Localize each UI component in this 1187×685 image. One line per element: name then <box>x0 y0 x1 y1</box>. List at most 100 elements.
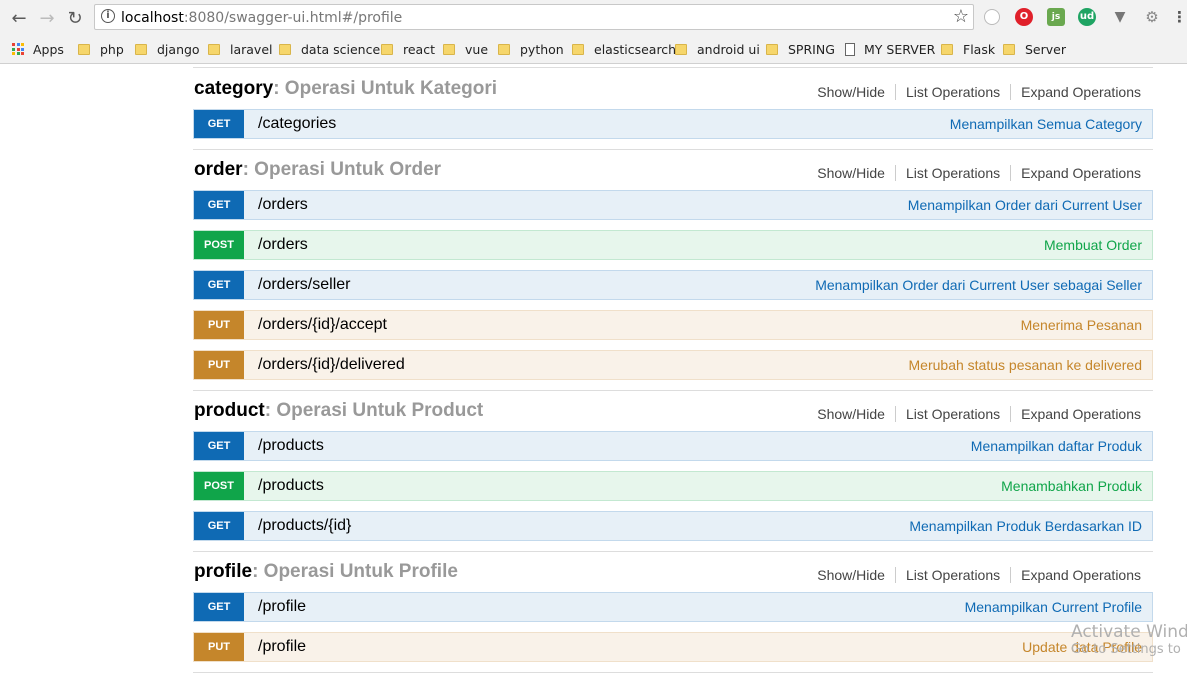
http-method-badge[interactable]: POST <box>194 231 244 259</box>
folder-icon <box>381 43 393 55</box>
back-icon[interactable]: ← <box>7 6 31 30</box>
bookmark-star-icon[interactable]: ☆ <box>953 6 969 27</box>
resource-name-link[interactable]: category <box>194 78 273 99</box>
operation-summary[interactable]: Menampilkan Order dari Current User seba… <box>815 277 1142 293</box>
opera-icon[interactable]: O <box>1015 8 1033 26</box>
url-host: localhost <box>121 10 184 26</box>
expand-operations-link[interactable]: Expand Operations <box>1011 84 1141 100</box>
http-method-badge[interactable]: PUT <box>194 351 244 379</box>
resource-description: : Operasi Untuk Product <box>264 400 484 421</box>
extension-circle-icon[interactable] <box>984 9 1000 25</box>
resource-name-link[interactable]: product <box>194 400 265 421</box>
operation-path[interactable]: /orders/{id}/delivered <box>258 356 405 374</box>
operation-get-profile[interactable]: GET /profile Menampilkan Current Profile <box>193 592 1153 622</box>
expand-operations-link[interactable]: Expand Operations <box>1011 567 1141 583</box>
bookmark-flask[interactable]: Flask <box>941 41 995 57</box>
show-hide-link[interactable]: Show/Hide <box>807 84 896 100</box>
operation-path[interactable]: /orders <box>258 236 308 254</box>
show-hide-link[interactable]: Show/Hide <box>807 165 896 181</box>
operation-summary[interactable]: Menampilkan Produk Berdasarkan ID <box>909 518 1142 534</box>
forward-icon[interactable]: → <box>35 6 59 30</box>
info-icon[interactable]: i <box>101 9 115 23</box>
bookmark-react[interactable]: react <box>381 41 435 57</box>
operation-summary[interactable]: Menambahkan Produk <box>1001 478 1142 494</box>
http-method-badge[interactable]: GET <box>194 271 244 299</box>
bookmark-android-ui[interactable]: android ui <box>675 41 760 57</box>
operation-path[interactable]: /orders <box>258 196 308 214</box>
bookmark-apps[interactable]: Apps <box>12 41 64 57</box>
expand-operations-link[interactable]: Expand Operations <box>1011 165 1141 181</box>
bookmark-label: react <box>403 41 435 57</box>
http-method-badge[interactable]: GET <box>194 512 244 540</box>
list-operations-link[interactable]: List Operations <box>896 406 1012 422</box>
operation-path[interactable]: /products/{id} <box>258 517 351 535</box>
http-method-badge[interactable]: GET <box>194 593 244 621</box>
operation-get-products[interactable]: GET /products Menampilkan daftar Produk <box>193 431 1153 461</box>
folder-icon <box>572 43 584 55</box>
bookmark-data-science[interactable]: data science <box>279 41 380 57</box>
vpn-icon[interactable]: ▼ <box>1111 8 1129 26</box>
bookmark-my-server[interactable]: MY SERVER <box>845 41 935 57</box>
bookmark-python[interactable]: python <box>498 41 564 57</box>
bookmark-vue[interactable]: vue <box>443 41 488 57</box>
operation-path[interactable]: /profile <box>258 638 306 656</box>
show-hide-link[interactable]: Show/Hide <box>807 567 896 583</box>
resource-name-link[interactable]: order <box>194 159 243 180</box>
bookmark-django[interactable]: django <box>135 41 200 57</box>
operation-path[interactable]: /orders/seller <box>258 276 350 294</box>
resource-name-link[interactable]: profile <box>194 561 252 582</box>
ud-extension-icon[interactable]: ud <box>1078 8 1096 26</box>
watermark-line1: Activate Wind <box>1071 622 1187 642</box>
http-method-badge[interactable]: GET <box>194 110 244 138</box>
operation-path[interactable]: /orders/{id}/accept <box>258 316 387 334</box>
bookmark-elasticsearch[interactable]: elasticsearch <box>572 41 676 57</box>
http-method-badge[interactable]: POST <box>194 472 244 500</box>
operation-path[interactable]: /categories <box>258 115 336 133</box>
show-hide-link[interactable]: Show/Hide <box>807 406 896 422</box>
operation-summary[interactable]: Menampilkan daftar Produk <box>971 438 1142 454</box>
resource-order: order: Operasi Untuk Order Show/Hide Lis… <box>193 149 1153 389</box>
operation-get-categories[interactable]: GET /categories Menampilkan Semua Catego… <box>193 109 1153 139</box>
nodejs-icon[interactable]: js <box>1047 8 1065 26</box>
operation-post-orders[interactable]: POST /orders Membuat Order <box>193 230 1153 260</box>
http-method-badge[interactable]: PUT <box>194 311 244 339</box>
operation-summary[interactable]: Menerima Pesanan <box>1021 317 1142 333</box>
operation-summary[interactable]: Membuat Order <box>1044 237 1142 253</box>
bookmark-php[interactable]: php <box>78 41 124 57</box>
reload-icon[interactable]: ↻ <box>63 6 87 30</box>
expand-operations-link[interactable]: Expand Operations <box>1011 406 1141 422</box>
list-operations-link[interactable]: List Operations <box>896 84 1012 100</box>
bookmark-label: data science <box>301 41 381 57</box>
operation-path[interactable]: /products <box>258 437 324 455</box>
divider <box>193 67 1153 68</box>
operation-path[interactable]: /profile <box>258 598 306 616</box>
http-method-badge[interactable]: GET <box>194 432 244 460</box>
resource-product: product: Operasi Untuk Product Show/Hide… <box>193 390 1153 550</box>
operation-put-orders-delivered[interactable]: PUT /orders/{id}/delivered Merubah statu… <box>193 350 1153 380</box>
operation-post-products[interactable]: POST /products Menambahkan Produk <box>193 471 1153 501</box>
url-text[interactable]: localhost:8080/swagger-ui.html#/profile <box>121 10 402 26</box>
operation-summary[interactable]: Menampilkan Semua Category <box>950 116 1142 132</box>
operation-get-orders[interactable]: GET /orders Menampilkan Order dari Curre… <box>193 190 1153 220</box>
operation-summary[interactable]: Menampilkan Current Profile <box>965 599 1142 615</box>
operation-put-profile[interactable]: PUT /profile Update data Profile <box>193 632 1153 662</box>
address-bar[interactable]: i localhost:8080/swagger-ui.html#/profil… <box>94 4 974 30</box>
list-operations-link[interactable]: List Operations <box>896 567 1012 583</box>
bookmark-spring[interactable]: SPRING <box>766 41 835 57</box>
folder-icon <box>135 43 147 55</box>
operation-path[interactable]: /products <box>258 477 324 495</box>
settings-gear-icon[interactable]: ⚙ <box>1143 8 1161 26</box>
bookmark-server[interactable]: Server <box>1003 41 1066 57</box>
folder-icon <box>766 43 778 55</box>
list-operations-link[interactable]: List Operations <box>896 165 1012 181</box>
operation-put-orders-accept[interactable]: PUT /orders/{id}/accept Menerima Pesanan <box>193 310 1153 340</box>
menu-icon[interactable]: ⋮ <box>1172 8 1187 26</box>
folder-icon <box>1003 43 1015 55</box>
http-method-badge[interactable]: PUT <box>194 633 244 661</box>
operation-summary[interactable]: Merubah status pesanan ke delivered <box>909 357 1142 373</box>
http-method-badge[interactable]: GET <box>194 191 244 219</box>
operation-summary[interactable]: Menampilkan Order dari Current User <box>908 197 1142 213</box>
operation-get-product-by-id[interactable]: GET /products/{id} Menampilkan Produk Be… <box>193 511 1153 541</box>
operation-get-orders-seller[interactable]: GET /orders/seller Menampilkan Order dar… <box>193 270 1153 300</box>
bookmark-laravel[interactable]: laravel <box>208 41 273 57</box>
